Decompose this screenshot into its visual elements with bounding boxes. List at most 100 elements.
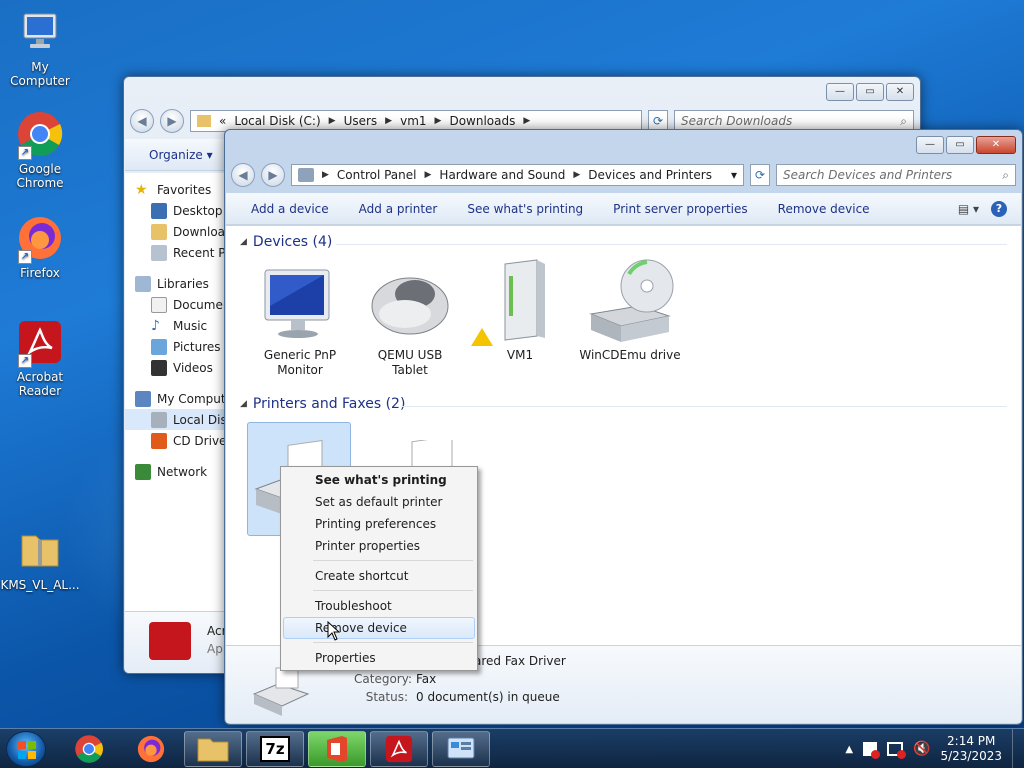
breadcrumb-downloads[interactable]: Downloads (449, 114, 515, 128)
see-whats-printing-button[interactable]: See what's printing (467, 202, 583, 216)
taskbar-firefox[interactable] (122, 731, 180, 767)
action-center-icon[interactable] (863, 742, 881, 759)
nav-documents[interactable]: Documents (125, 294, 225, 315)
nav-network[interactable]: Network (125, 461, 225, 482)
devices-group-header[interactable]: ◢ Devices (4) (240, 234, 332, 250)
7zip-icon: 7z (260, 736, 290, 762)
device-wincdemu-drive[interactable]: WinCDEmu drive (575, 256, 685, 362)
acrobat-icon (149, 622, 191, 660)
chrome-icon: ↗ (16, 110, 64, 160)
breadcrumb-hardware-and-sound[interactable]: Hardware and Sound (439, 168, 565, 182)
taskbar-7zip[interactable]: 7z (246, 731, 304, 767)
desktop-icon-my-computer[interactable]: My Computer (0, 8, 80, 88)
nav-downloads[interactable]: Downloads (125, 221, 225, 242)
computer-tower-icon (471, 256, 565, 346)
taskbar-control-panel[interactable] (432, 731, 490, 767)
breadcrumb-devices-and-printers[interactable]: Devices and Printers (588, 168, 712, 182)
menu-create-shortcut[interactable]: Create shortcut (283, 565, 475, 587)
nav-videos[interactable]: Videos (125, 357, 225, 378)
close-button[interactable]: ✕ (976, 136, 1016, 154)
breadcrumb-users[interactable]: Users (344, 114, 378, 128)
start-button[interactable] (6, 731, 46, 767)
taskbar-acrobat[interactable] (370, 731, 428, 767)
desktop-icon-google-chrome[interactable]: ↗ Google Chrome (0, 110, 80, 190)
address-bar[interactable]: ▶ Control Panel ▶ Hardware and Sound ▶ Dev… (291, 164, 744, 186)
device-vm1[interactable]: VM1 (465, 256, 575, 362)
breadcrumb-local-disk[interactable]: Local Disk (C:) (234, 114, 320, 128)
monitor-icon (255, 256, 345, 346)
recent-places-icon (151, 244, 167, 261)
show-desktop-button[interactable] (1012, 729, 1024, 768)
taskbar-office[interactable] (308, 731, 366, 767)
taskbar: 7z ▲ 🔇 2:14 PM 5/23/2023 (0, 728, 1024, 768)
control-panel-icon (298, 168, 314, 182)
folder-icon (197, 738, 229, 762)
organize-button[interactable]: Organize ▾ (149, 148, 213, 162)
remove-device-button[interactable]: Remove device (778, 202, 870, 216)
command-bar: Add a device Add a printer See what's pr… (226, 193, 1021, 225)
device-generic-pnp-monitor[interactable]: Generic PnP Monitor (245, 256, 355, 378)
maximize-button[interactable]: ▭ (856, 83, 884, 101)
nav-libraries[interactable]: Libraries (125, 273, 225, 294)
volume-muted-icon[interactable]: 🔇 (913, 741, 930, 757)
chevron-right-icon: ▶ (434, 116, 442, 126)
menu-printing-preferences[interactable]: Printing preferences (283, 513, 475, 535)
printers-group-header[interactable]: ◢ Printers and Faxes (2) (240, 396, 405, 412)
chevron-down-icon[interactable]: ▾ (731, 168, 737, 182)
close-button[interactable]: ✕ (886, 83, 914, 101)
firefox-icon (137, 735, 165, 763)
desktop-icon (151, 202, 167, 219)
nav-local-disk[interactable]: Local Disk (C:) (125, 409, 225, 430)
warning-icon (471, 328, 493, 346)
menu-separator (313, 642, 473, 643)
taskbar-chrome[interactable] (60, 731, 118, 767)
add-device-button[interactable]: Add a device (251, 202, 329, 216)
back-icon[interactable]: ◀ (130, 109, 154, 133)
windows-logo-icon (18, 741, 36, 759)
breadcrumb-vm1[interactable]: vm1 (400, 114, 426, 128)
desktop-icon-acrobat-reader[interactable]: ↗ Acrobat Reader (0, 318, 80, 398)
minimize-button[interactable]: — (916, 136, 944, 154)
cd-drive-icon (151, 432, 167, 449)
forward-icon[interactable]: ▶ (160, 109, 184, 133)
nav-recent-places[interactable]: Recent Places (125, 242, 225, 263)
videos-icon (151, 359, 167, 376)
menu-set-default-printer[interactable]: Set as default printer (283, 491, 475, 513)
chevron-right-icon: ▶ (322, 170, 329, 180)
nav-cd-drive[interactable]: CD Drive (125, 430, 225, 451)
firefox-icon: ↗ (16, 214, 64, 264)
menu-remove-device[interactable]: Remove device (283, 617, 475, 639)
mouse-icon (365, 256, 455, 346)
nav-music[interactable]: ♪ Music (125, 315, 225, 336)
clock[interactable]: 2:14 PM 5/23/2023 (940, 734, 1002, 764)
menu-see-whats-printing[interactable]: See what's printing (283, 469, 475, 491)
search-input[interactable]: Search Devices and Printers ⌕ (776, 164, 1016, 186)
breadcrumb-control-panel[interactable]: Control Panel (337, 168, 417, 182)
minimize-button[interactable]: — (826, 83, 854, 101)
view-options-icon[interactable]: ▤ ▾ (958, 202, 979, 216)
menu-properties[interactable]: Properties (283, 647, 475, 669)
help-icon[interactable]: ? (991, 200, 1007, 217)
libraries-icon (135, 275, 151, 292)
folder-icon (197, 115, 211, 127)
maximize-button[interactable]: ▭ (946, 136, 974, 154)
back-icon[interactable]: ◀ (231, 163, 255, 187)
nav-my-computer[interactable]: My Computer (125, 388, 225, 409)
chrome-icon (75, 735, 103, 763)
acrobat-icon: ↗ (16, 318, 64, 368)
desktop-icon-kms-folder[interactable]: KMS_VL_AL... (0, 526, 80, 592)
forward-icon[interactable]: ▶ (261, 163, 285, 187)
refresh-icon[interactable]: ⟳ (750, 164, 770, 186)
nav-pictures[interactable]: Pictures (125, 336, 225, 357)
network-icon[interactable] (887, 742, 907, 759)
menu-troubleshoot[interactable]: Troubleshoot (283, 595, 475, 617)
nav-favorites[interactable]: ★ Favorites (125, 179, 225, 200)
menu-printer-properties[interactable]: Printer properties (283, 535, 475, 557)
add-printer-button[interactable]: Add a printer (359, 202, 438, 216)
show-hidden-icons-icon[interactable]: ▲ (845, 744, 853, 755)
print-server-properties-button[interactable]: Print server properties (613, 202, 747, 216)
nav-desktop[interactable]: Desktop (125, 200, 225, 221)
device-qemu-usb-tablet[interactable]: QEMU USB Tablet (355, 256, 465, 378)
desktop-icon-firefox[interactable]: ↗ Firefox (0, 214, 80, 280)
taskbar-explorer[interactable] (184, 731, 242, 767)
